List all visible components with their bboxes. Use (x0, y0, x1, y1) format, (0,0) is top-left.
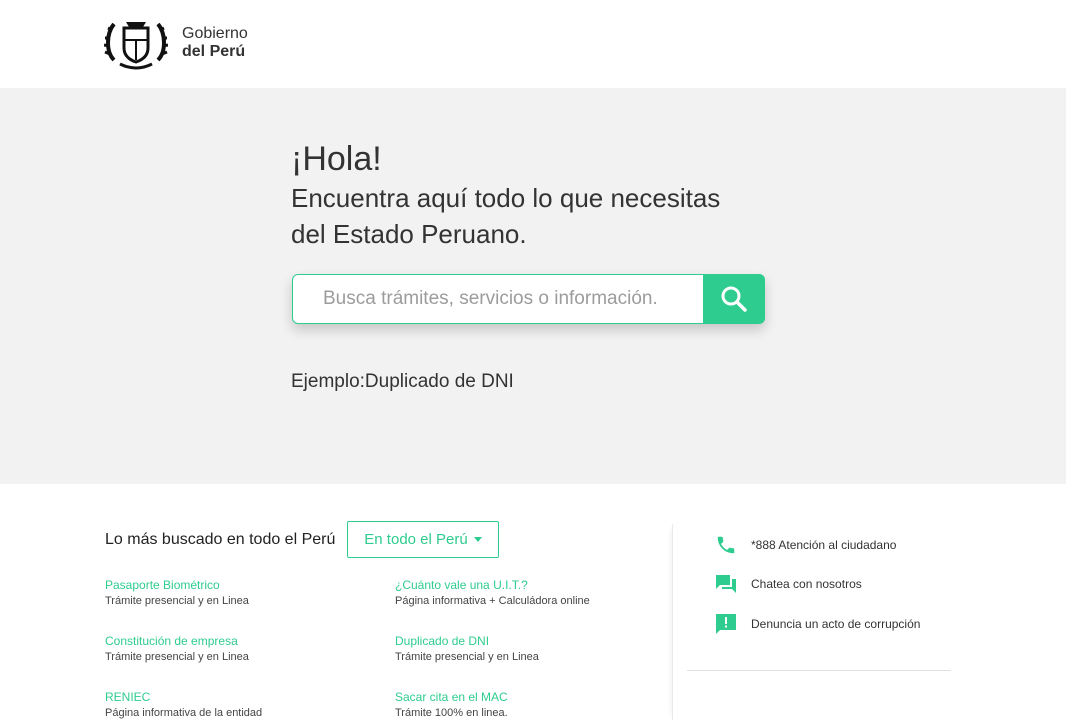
popular-item-desc: Trámite presencial y en Linea (105, 651, 249, 663)
popular-item[interactable]: Duplicado de DNI Trámite presencial y en… (395, 633, 655, 665)
phone-icon (713, 532, 739, 558)
popular-item-link[interactable]: Constitución de empresa (105, 633, 365, 649)
divider (687, 670, 951, 671)
search-input[interactable] (323, 284, 693, 314)
popular-item-desc: Página informativa de la entidad (105, 707, 263, 719)
search-example: Ejemplo:Duplicado de DNI (291, 371, 514, 392)
popular-item[interactable]: Constitución de empresa Trámite presenci… (105, 633, 365, 665)
popular-item-link[interactable]: RENIEC (105, 689, 365, 705)
scope-label: En todo el Perú (364, 531, 468, 548)
popular-item-link[interactable]: ¿Cuánto vale una U.I.T.? (395, 577, 655, 593)
report-icon (713, 611, 739, 637)
chat-icon (713, 571, 739, 597)
popular-item-desc: Trámite presencial y en Linea (395, 651, 539, 663)
popular-item-link[interactable]: Duplicado de DNI (395, 633, 655, 649)
popular-item-link[interactable]: Pasaporte Biométrico (105, 577, 365, 593)
popular-item[interactable]: Pasaporte Biométrico Trámite presencial … (105, 577, 365, 609)
hero-subtitle: Encuentra aquí todo lo que necesitas del… (291, 183, 721, 249)
search-icon (721, 286, 747, 312)
contact-panel: *888 Atención al ciudadano Chatea con no… (672, 524, 972, 720)
popular-item-desc: Trámite 100% en linea. (395, 707, 508, 719)
scope-dropdown-button[interactable]: En todo el Perú (347, 521, 499, 558)
popular-section: Lo más buscado en todo el Perú En todo e… (0, 484, 1066, 720)
popular-item[interactable]: ¿Cuánto vale una U.I.T.? Página informat… (395, 577, 655, 609)
greeting-heading: ¡Hola! (291, 140, 382, 178)
search-button[interactable] (703, 274, 765, 324)
contact-label: Denuncia un acto de corrupción (751, 617, 921, 631)
contact-phone[interactable]: *888 Atención al ciudadano (713, 532, 896, 558)
popular-item[interactable]: Sacar cita en el MAC Trámite 100% en lin… (395, 689, 655, 720)
contact-report[interactable]: Denuncia un acto de corrupción (713, 611, 920, 637)
peru-coat-of-arms-logo[interactable] (103, 14, 169, 70)
hero-section: ¡Hola! Encuentra aquí todo lo que necesi… (0, 88, 1066, 484)
popular-title: Lo más buscado en todo el Perú (105, 531, 336, 548)
popular-item-desc: Página informativa + Calculádora online (395, 595, 590, 607)
contact-chat[interactable]: Chatea con nosotros (713, 571, 862, 597)
contact-label: Chatea con nosotros (751, 577, 862, 591)
logo-line-1: Gobierno (182, 25, 248, 42)
popular-item[interactable]: RENIEC Página informativa de la entidad (105, 689, 365, 720)
popular-item-desc: Trámite presencial y en Linea (105, 595, 249, 607)
header: Gobierno del Perú (0, 0, 1066, 88)
search-bar (292, 274, 765, 324)
caret-down-icon (473, 537, 482, 542)
contact-label: *888 Atención al ciudadano (751, 538, 897, 552)
popular-item-link[interactable]: Sacar cita en el MAC (395, 689, 655, 705)
logo-line-2: del Perú (182, 43, 246, 60)
government-logo-text[interactable]: Gobierno del Perú (182, 25, 248, 61)
